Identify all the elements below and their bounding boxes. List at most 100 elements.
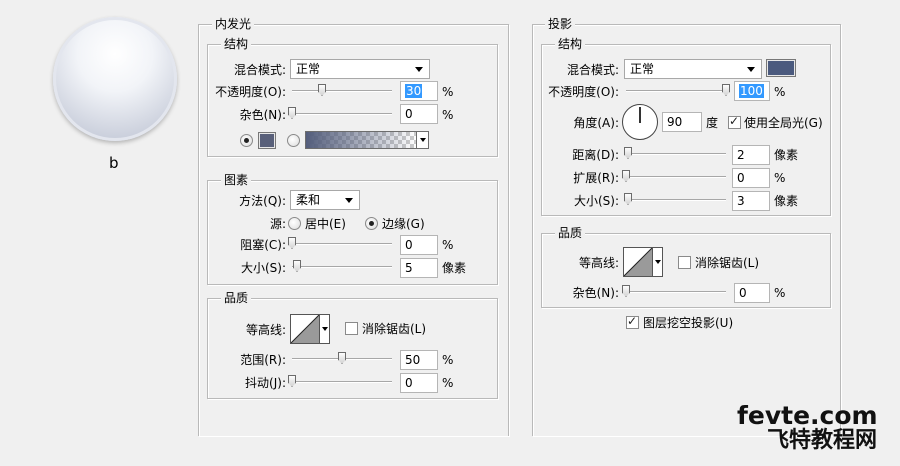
inner-glow-noise-input[interactable]: 0 bbox=[400, 104, 438, 124]
inner-glow-source-edge-radio[interactable] bbox=[365, 217, 378, 230]
inner-glow-gradient-radio[interactable] bbox=[287, 134, 300, 147]
drop-shadow-quality-title: 品质 bbox=[555, 226, 586, 240]
inner-glow-jitter-unit: % bbox=[442, 376, 454, 390]
inner-glow-range-label: 范围(R): bbox=[240, 353, 286, 367]
inner-glow-antialias-checkbox[interactable] bbox=[345, 322, 358, 335]
drop-shadow-distance-input[interactable]: 2 bbox=[732, 145, 770, 165]
inner-glow-blend-mode-select[interactable]: 正常 bbox=[290, 59, 430, 79]
inner-glow-size-slider[interactable] bbox=[292, 260, 392, 273]
inner-glow-jitter-input[interactable]: 0 bbox=[400, 373, 438, 393]
drop-shadow-blend-mode-label: 混合模式: bbox=[566, 63, 619, 77]
inner-glow-source-center-label[interactable]: 居中(E) bbox=[305, 216, 346, 232]
drop-shadow-opacity-input[interactable]: 100 bbox=[734, 81, 770, 101]
inner-glow-opacity-slider[interactable] bbox=[292, 84, 392, 97]
inner-glow-contour-dropdown[interactable] bbox=[320, 314, 330, 344]
inner-glow-contour-label: 等高线: bbox=[245, 323, 286, 337]
drop-shadow-spread-input[interactable]: 0 bbox=[732, 168, 770, 188]
inner-glow-size-unit: 像素 bbox=[442, 261, 467, 275]
drop-shadow-noise-input[interactable]: 0 bbox=[734, 283, 770, 303]
drop-shadow-global-light-checkbox[interactable] bbox=[728, 114, 741, 129]
inner-glow-contour-picker[interactable] bbox=[290, 314, 320, 344]
inner-glow-noise-label: 杂色(N): bbox=[239, 108, 286, 122]
drop-shadow-distance-label: 距离(D): bbox=[572, 148, 619, 162]
slider-thumb[interactable] bbox=[338, 352, 346, 364]
inner-glow-quality-title: 品质 bbox=[221, 291, 252, 305]
drop-shadow-spread-label: 扩展(R): bbox=[573, 171, 619, 185]
inner-glow-solid-color-radio[interactable] bbox=[240, 134, 253, 147]
drop-shadow-angle-label: 角度(A): bbox=[573, 116, 619, 130]
slider-track bbox=[292, 243, 392, 245]
drop-shadow-antialias-label[interactable]: 消除锯齿(L) bbox=[695, 255, 759, 271]
drop-shadow-spread-unit: % bbox=[774, 171, 786, 185]
drop-shadow-contour-picker[interactable] bbox=[623, 247, 653, 277]
drop-shadow-noise-slider[interactable] bbox=[622, 285, 726, 298]
inner-glow-gradient-preview[interactable] bbox=[305, 131, 417, 149]
inner-glow-antialias-label[interactable]: 消除锯齿(L) bbox=[362, 321, 426, 337]
preview-label: b bbox=[109, 154, 119, 172]
drop-shadow-title: 投影 bbox=[545, 17, 576, 31]
inner-glow-method-select[interactable]: 柔和 bbox=[290, 190, 360, 210]
drop-shadow-knockout-label[interactable]: 图层挖空投影(U) bbox=[643, 315, 733, 331]
inner-glow-jitter-slider[interactable] bbox=[288, 375, 392, 388]
drop-shadow-color-swatch[interactable] bbox=[766, 59, 796, 77]
drop-shadow-angle-dial[interactable] bbox=[622, 104, 658, 140]
slider-track bbox=[626, 199, 726, 201]
slider-track bbox=[626, 90, 726, 92]
inner-glow-size-input[interactable]: 5 bbox=[400, 258, 438, 278]
inner-glow-source-center-radio[interactable] bbox=[288, 217, 301, 230]
inner-glow-choke-slider[interactable] bbox=[288, 237, 392, 250]
drop-shadow-opacity-slider[interactable] bbox=[626, 84, 730, 97]
drop-shadow-blend-mode-select[interactable]: 正常 bbox=[624, 59, 762, 79]
slider-track bbox=[292, 90, 392, 92]
inner-glow-range-slider[interactable] bbox=[292, 352, 392, 365]
chevron-down-icon bbox=[345, 198, 353, 203]
drop-shadow-angle-input[interactable]: 90 bbox=[662, 112, 702, 132]
slider-track bbox=[292, 113, 392, 115]
inner-glow-choke-input[interactable]: 0 bbox=[400, 235, 438, 255]
chevron-down-icon bbox=[747, 67, 755, 72]
inner-glow-method-label: 方法(Q): bbox=[239, 194, 286, 208]
inner-glow-range-input[interactable]: 50 bbox=[400, 350, 438, 370]
slider-track bbox=[626, 153, 726, 155]
drop-shadow-contour-label: 等高线: bbox=[578, 256, 619, 270]
drop-shadow-blend-mode-value: 正常 bbox=[630, 62, 655, 76]
contour-curve-icon bbox=[624, 248, 652, 276]
slider-track bbox=[626, 291, 726, 293]
inner-glow-noise-unit: % bbox=[442, 108, 454, 122]
drop-shadow-opacity-unit: % bbox=[774, 85, 786, 99]
inner-glow-source-edge-label[interactable]: 边缘(G) bbox=[382, 216, 425, 232]
inner-glow-opacity-input[interactable]: 30 bbox=[400, 81, 438, 101]
drop-shadow-knockout-checkbox[interactable] bbox=[626, 314, 639, 329]
slider-thumb[interactable] bbox=[293, 260, 301, 272]
drop-shadow-spread-slider[interactable] bbox=[622, 170, 726, 183]
inner-glow-source-label: 源: bbox=[269, 217, 286, 231]
drop-shadow-noise-label: 杂色(N): bbox=[572, 286, 619, 300]
preview-ball bbox=[53, 17, 177, 141]
slider-track bbox=[292, 381, 392, 383]
inner-glow-elements-title: 图素 bbox=[221, 173, 252, 187]
inner-glow-method-value: 柔和 bbox=[296, 193, 321, 207]
chevron-down-icon bbox=[415, 67, 423, 72]
slider-thumb[interactable] bbox=[318, 84, 326, 96]
drop-shadow-size-unit: 像素 bbox=[774, 194, 799, 208]
inner-glow-gradient-dropdown[interactable] bbox=[417, 131, 429, 149]
drop-shadow-size-slider[interactable] bbox=[624, 193, 726, 206]
inner-glow-color-swatch[interactable] bbox=[258, 132, 276, 149]
inner-glow-opacity-label: 不透明度(O): bbox=[215, 85, 286, 99]
inner-glow-structure-title: 结构 bbox=[221, 37, 252, 51]
drop-shadow-distance-slider[interactable] bbox=[624, 147, 726, 160]
drop-shadow-opacity-label: 不透明度(O): bbox=[548, 85, 619, 99]
slider-thumb[interactable] bbox=[624, 193, 632, 205]
watermark-site-name: 飞特教程网 bbox=[767, 428, 878, 453]
drop-shadow-size-label: 大小(S): bbox=[573, 194, 619, 208]
drop-shadow-angle-unit: 度 bbox=[706, 116, 719, 130]
inner-glow-size-label: 大小(S): bbox=[240, 261, 286, 275]
drop-shadow-global-light-label[interactable]: 使用全局光(G) bbox=[744, 115, 823, 131]
drop-shadow-antialias-checkbox[interactable] bbox=[678, 256, 691, 269]
inner-glow-choke-label: 阻塞(C): bbox=[240, 238, 286, 252]
slider-thumb[interactable] bbox=[624, 147, 632, 159]
drop-shadow-size-input[interactable]: 3 bbox=[732, 191, 770, 211]
drop-shadow-contour-dropdown[interactable] bbox=[653, 247, 663, 277]
inner-glow-noise-slider[interactable] bbox=[288, 107, 392, 120]
drop-shadow-distance-unit: 像素 bbox=[774, 148, 799, 162]
